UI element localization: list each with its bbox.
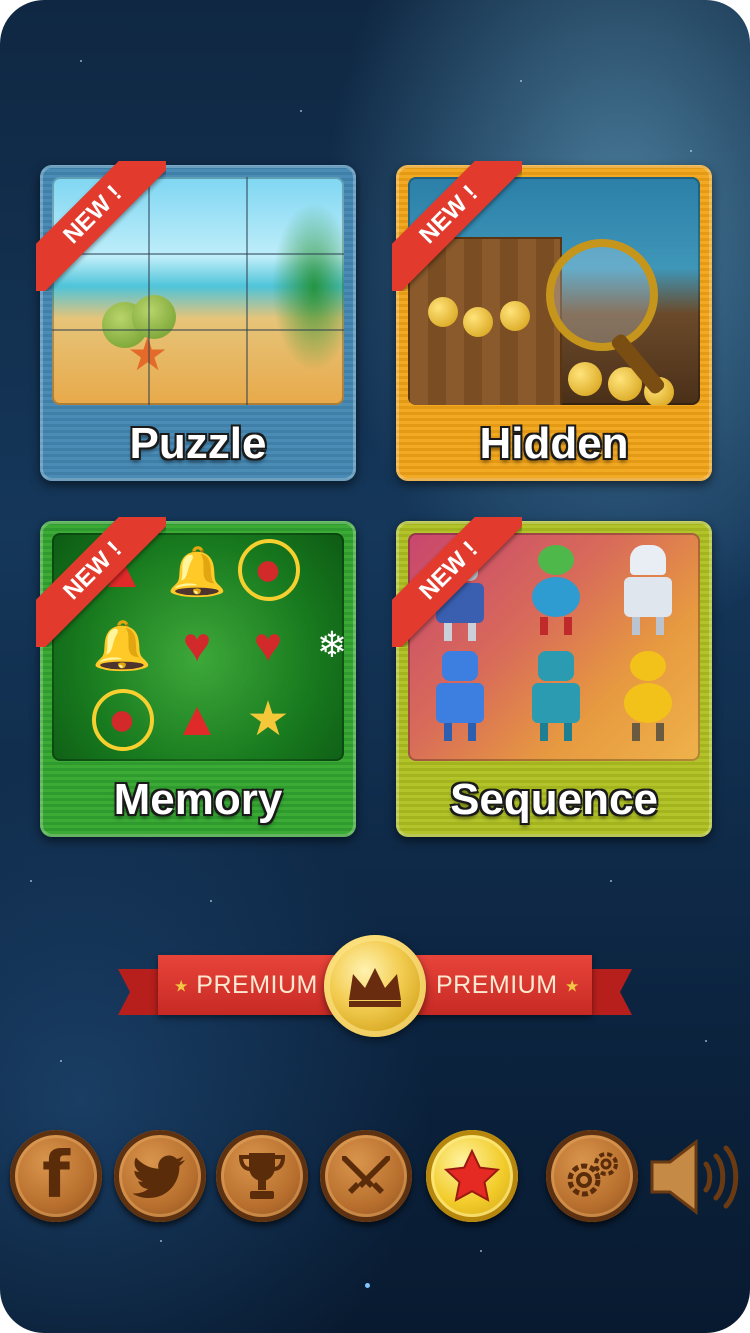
new-badge: NEW ! (36, 517, 166, 647)
new-badge: NEW ! (392, 517, 522, 647)
crossed-swords-icon (342, 1156, 390, 1194)
background-star (30, 880, 32, 882)
palm-leaves (234, 177, 344, 397)
settings-gears-icon (567, 1152, 618, 1197)
bell-icon: 🔔 (167, 545, 227, 599)
premium-text-left: ★ PREMIUM (174, 971, 318, 999)
robot-icon (526, 651, 586, 741)
background-star (365, 1283, 370, 1288)
stocking-icon: ♥ (182, 618, 212, 672)
settings-button[interactable] (546, 1130, 638, 1222)
premium-banner[interactable]: ★ PREMIUM PREMIUM ★ (118, 935, 632, 1037)
snowflake-icon: ❄ (316, 624, 344, 665)
background-star (520, 80, 522, 82)
background-star (480, 1250, 482, 1252)
magnifying-glass (546, 239, 658, 351)
memory-label: Memory (113, 775, 283, 824)
robot-icon (618, 651, 678, 741)
ornament-icon: ● (253, 542, 283, 596)
battle-button[interactable] (320, 1130, 412, 1222)
santa-hat-icon: ▲ (173, 692, 221, 746)
robot-icon (526, 545, 586, 635)
background-star (160, 1240, 162, 1242)
facebook-icon: f (42, 1139, 70, 1213)
background-star (690, 150, 692, 152)
robot-icon (618, 545, 678, 635)
speaker-icon (650, 1138, 739, 1216)
facebook-button[interactable]: f (10, 1130, 102, 1222)
star-icon: ★ (246, 693, 290, 746)
leaderboard-button[interactable] (216, 1130, 308, 1222)
puzzle-label: Puzzle (129, 419, 267, 468)
twitter-button[interactable] (114, 1130, 206, 1222)
star-icon (444, 1149, 500, 1202)
twitter-icon (133, 1155, 185, 1198)
main-menu-screen: NEW ! ★ Puzzle NEW ! Hidden NEW ! ▲ 🔔 ● … (0, 0, 750, 1333)
rate-star-button[interactable] (426, 1130, 518, 1222)
background-star (60, 1060, 62, 1062)
robot-icon (430, 651, 490, 741)
background-star (210, 900, 212, 902)
sequence-game-tile[interactable]: NEW ! Sequence (392, 517, 712, 837)
ornament-icon: ● (107, 692, 137, 746)
trophy-icon (238, 1153, 286, 1199)
stocking-icon: ♥ (253, 618, 283, 672)
background-star (705, 1040, 707, 1042)
sequence-label: Sequence (450, 775, 658, 824)
background-star (300, 110, 302, 112)
memory-game-tile[interactable]: NEW ! ▲ 🔔 ● 🔔 ♥ ♥ ❄ ● ▲ ★ Memory (36, 517, 356, 837)
background-star (80, 60, 82, 62)
premium-text-right: PREMIUM ★ (436, 971, 580, 999)
puzzle-game-tile[interactable]: NEW ! ★ Puzzle (36, 161, 356, 481)
hidden-label: Hidden (479, 419, 629, 468)
sound-toggle-button[interactable] (648, 1136, 744, 1218)
new-badge: NEW ! (36, 161, 166, 291)
background-star (610, 880, 612, 882)
hidden-game-tile[interactable]: NEW ! Hidden (392, 161, 712, 481)
crown-seal-icon (324, 935, 426, 1037)
new-badge: NEW ! (392, 161, 522, 291)
